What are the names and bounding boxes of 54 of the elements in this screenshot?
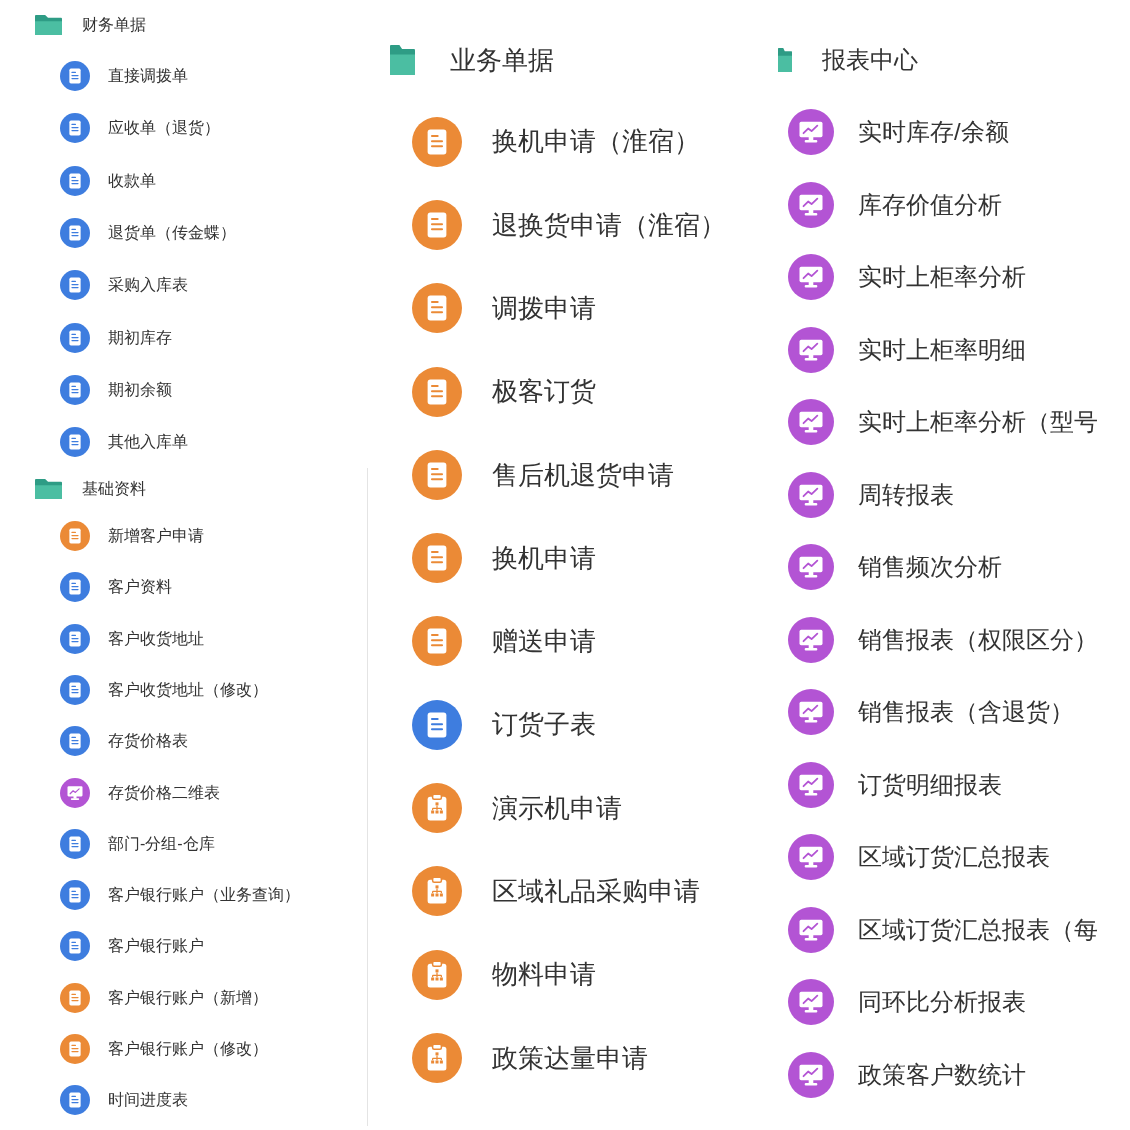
menu-item[interactable]: 存货价格表	[60, 726, 188, 757]
menu-item[interactable]: 调拨申请	[412, 283, 596, 334]
menu-item[interactable]: 时间进度表	[60, 1085, 188, 1116]
menu-item[interactable]: 实时库存/余额	[788, 109, 1009, 156]
menu-item[interactable]: 采购入库表	[60, 270, 188, 301]
menu-item[interactable]: 库存价值分析	[788, 181, 1002, 228]
menu-item[interactable]: 应收单（退货）	[60, 113, 220, 144]
menu-item[interactable]: 退货单（传金蝶）	[60, 218, 236, 249]
folder-icon	[390, 45, 415, 75]
menu-item[interactable]: 部门-分组-仓库	[60, 828, 215, 859]
section-title: 业务单据	[450, 43, 554, 77]
section-title: 报表中心	[822, 45, 918, 75]
menu-item[interactable]: 销售频次分析	[788, 544, 1002, 591]
menu-item[interactable]: 销售报表（含退货）	[788, 689, 1074, 736]
menu-item[interactable]: 新增客户申请	[60, 521, 204, 551]
section-title: 财务单据	[82, 15, 146, 35]
menu-item[interactable]: 实时上柜率明细	[788, 326, 1026, 373]
menu-item[interactable]: 客户资料	[60, 572, 172, 603]
menu-item[interactable]: 换机申请（淮宿）	[412, 116, 700, 167]
folder-icon	[35, 479, 62, 500]
menu-item[interactable]: 物料申请	[412, 949, 596, 1000]
menu-item[interactable]: 期初库存	[60, 322, 172, 353]
menu-item[interactable]: 客户银行账户	[60, 931, 204, 962]
menu-item[interactable]: 周转报表	[788, 471, 954, 518]
menu-item[interactable]: 订货明细报表	[788, 761, 1002, 808]
menu-item[interactable]: 存货价格二维表	[60, 777, 220, 808]
menu-item[interactable]: 客户银行账户（修改）	[60, 1034, 268, 1064]
menu-item[interactable]: 实时上柜率分析（型号	[788, 399, 1098, 446]
menu-item[interactable]: 期初余额	[60, 374, 172, 405]
menu-item[interactable]: 客户银行账户（业务查询）	[60, 880, 300, 911]
menu-item[interactable]: 实时上柜率分析	[788, 254, 1026, 301]
menu-item[interactable]: 直接调拨单	[60, 61, 188, 92]
menu-item[interactable]: 演示机申请	[412, 783, 622, 833]
menu-item[interactable]: 售后机退货申请	[412, 449, 674, 500]
menu-item[interactable]: 区域订货汇总报表（每	[788, 906, 1098, 953]
menu-item[interactable]: 换机申请	[412, 533, 596, 584]
menu-item[interactable]: 政策客户数统计	[788, 1051, 1026, 1098]
menu-item[interactable]: 区域礼品采购申请	[412, 866, 700, 917]
menu-item[interactable]: 收款单	[60, 165, 156, 196]
menu-item[interactable]: 区域订货汇总报表	[788, 834, 1050, 881]
menu-item[interactable]: 客户收货地址	[60, 623, 204, 654]
menu-item[interactable]: 退换货申请（淮宿）	[412, 199, 726, 250]
folder-icon	[35, 15, 62, 35]
menu-item[interactable]: 客户收货地址（修改）	[60, 674, 268, 705]
menu-item[interactable]: 同环比分析报表	[788, 979, 1026, 1026]
menu-item[interactable]: 其他入库单	[60, 427, 188, 458]
menu-item[interactable]: 客户银行账户（新增）	[60, 982, 268, 1013]
menu-item[interactable]: 政策达量申请	[412, 1032, 648, 1083]
section-title: 基础资料	[82, 479, 146, 500]
menu-item[interactable]: 销售报表（权限区分）	[788, 616, 1098, 663]
menu-item[interactable]: 极客订货	[412, 366, 596, 417]
menu-item[interactable]: 赠送申请	[412, 616, 596, 667]
folder-icon	[778, 48, 792, 72]
menu-item[interactable]: 订货子表	[412, 699, 596, 750]
